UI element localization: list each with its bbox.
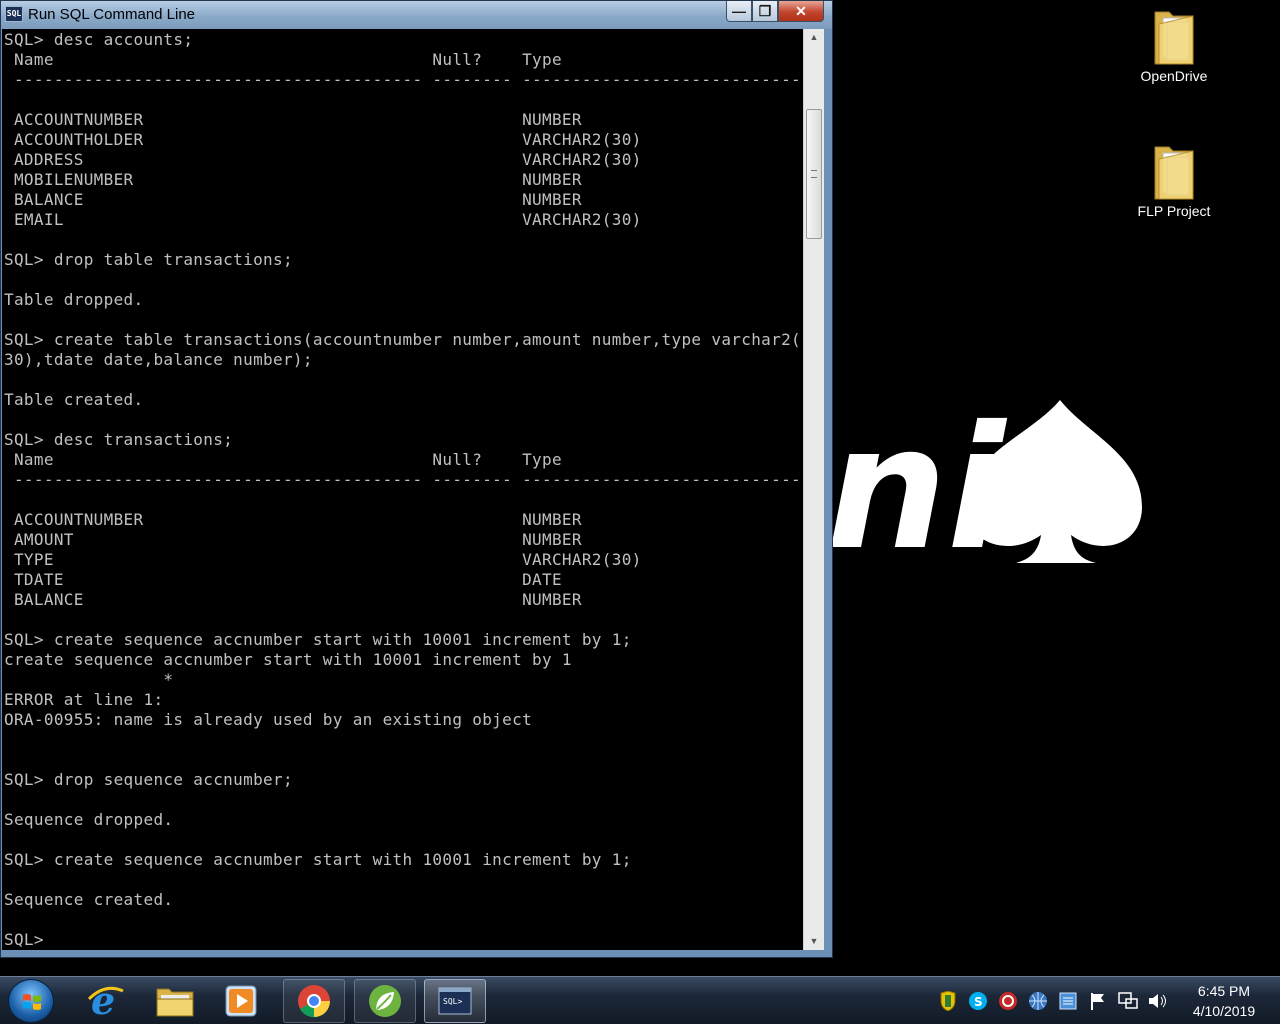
svg-text:S: S — [974, 995, 983, 1009]
skype-icon[interactable]: S — [966, 989, 990, 1013]
sql-console-icon: SQL> — [438, 987, 472, 1015]
ie-icon: e — [87, 981, 124, 1021]
console-line: ACCOUNTNUMBER NUMBER — [4, 110, 582, 129]
taskbar: e SQL> S 6:45 PM 4/10/2019 — [0, 976, 1280, 1024]
console-line: AMOUNT NUMBER — [4, 530, 582, 549]
start-button[interactable] — [8, 979, 54, 1023]
folder-icon — [1151, 6, 1197, 65]
console-line: SQL> drop sequence accnumber; — [4, 770, 293, 789]
taskbar-media-player[interactable] — [210, 979, 272, 1023]
vertical-scrollbar[interactable]: ▲ ▼ — [803, 29, 824, 950]
scroll-up-arrow-icon[interactable]: ▲ — [804, 29, 824, 46]
console-line: SQL> create table transactions(accountnu… — [4, 330, 802, 349]
chrome-icon — [298, 985, 330, 1018]
folder-icon — [1151, 141, 1197, 200]
action-center-flag-icon[interactable] — [1086, 989, 1110, 1013]
console-line: TYPE VARCHAR2(30) — [4, 550, 642, 569]
console-line: 30),tdate date,balance number); — [4, 350, 313, 369]
window-controls: — ❐ ✕ — [726, 1, 824, 23]
wallpaper-logo: ni — [826, 395, 1142, 575]
taskbar-chrome[interactable] — [283, 979, 345, 1023]
network-connection-icon[interactable] — [1116, 989, 1140, 1013]
console-line: SQL> create sequence accnumber start wit… — [4, 850, 632, 869]
console-line: Sequence dropped. — [4, 810, 174, 829]
maximize-button[interactable]: ❐ — [752, 1, 778, 22]
console-line: ----------------------------------------… — [4, 470, 802, 489]
network-adapter-icon[interactable] — [1056, 989, 1080, 1013]
media-player-icon — [225, 985, 257, 1017]
console-line: SQL> drop table transactions; — [4, 250, 293, 269]
svg-text:SQL>: SQL> — [443, 997, 462, 1006]
console-line: * — [4, 670, 174, 689]
close-button[interactable]: ✕ — [778, 1, 824, 22]
spring-leaf-icon — [369, 985, 401, 1017]
desktop-icon-flp-project[interactable]: FLP Project — [1124, 141, 1224, 219]
console-line: ERROR at line 1: — [4, 690, 164, 709]
system-tray: S — [936, 987, 1170, 1015]
taskbar-windows-explorer[interactable] — [144, 979, 206, 1023]
console-line: Table dropped. — [4, 290, 144, 309]
window-title: Run SQL Command Line — [28, 6, 196, 23]
desktop-icon-label: FLP Project — [1137, 203, 1211, 219]
antivirus-icon[interactable] — [996, 989, 1020, 1013]
clock-date: 4/10/2019 — [1192, 1003, 1256, 1019]
console-line: BALANCE NUMBER — [4, 590, 582, 609]
taskbar-spring-tool-suite[interactable] — [354, 979, 416, 1023]
console-output[interactable]: SQL> desc accounts; Name Null? Type ----… — [2, 29, 803, 950]
minimize-button[interactable]: — — [726, 1, 752, 22]
desktop-icon-opendrive[interactable]: OpenDrive — [1124, 6, 1224, 84]
console-line: ----------------------------------------… — [4, 70, 802, 89]
console-line: ORA-00955: name is already used by an ex… — [4, 710, 533, 729]
console-line: TDATE DATE — [4, 570, 562, 589]
console-line: Name Null? Type — [4, 450, 562, 469]
windows-flag-icon — [23, 994, 41, 1010]
sql-console-icon: SQL — [5, 6, 23, 22]
folder-icon — [156, 988, 194, 1017]
console-line: Sequence created. — [4, 890, 174, 909]
taskbar-run-sql-command-line[interactable]: SQL> — [424, 979, 486, 1023]
console-line: create sequence accnumber start with 100… — [4, 650, 572, 669]
system-clock[interactable]: 6:45 PM 4/10/2019 — [1178, 981, 1270, 1021]
console-line: Name Null? Type — [4, 50, 562, 69]
console-line: EMAIL VARCHAR2(30) — [4, 210, 642, 229]
sql-console-window[interactable]: SQL Run SQL Command Line — ❐ ✕ SQL> desc… — [0, 0, 833, 958]
scrollbar-thumb[interactable] — [806, 109, 822, 239]
console-line: BALANCE NUMBER — [4, 190, 582, 209]
volume-icon[interactable] — [1146, 989, 1170, 1013]
security-shield-icon[interactable] — [936, 989, 960, 1013]
console-line: ADDRESS VARCHAR2(30) — [4, 150, 642, 169]
console-line: SQL> create sequence accnumber start wit… — [4, 630, 632, 649]
console-line: ACCOUNTHOLDER VARCHAR2(30) — [4, 130, 642, 149]
console-line: SQL> desc transactions; — [4, 430, 234, 449]
clock-time: 6:45 PM — [1197, 983, 1251, 999]
console-line: MOBILENUMBER NUMBER — [4, 170, 582, 189]
taskbar-internet-explorer[interactable]: e — [74, 979, 136, 1023]
desktop-icon-label: OpenDrive — [1140, 68, 1208, 84]
scroll-down-arrow-icon[interactable]: ▼ — [804, 933, 824, 950]
console-line: SQL> desc accounts; — [4, 30, 194, 49]
console-line: SQL> — [4, 930, 44, 949]
window-titlebar[interactable]: SQL Run SQL Command Line — ❐ ✕ — [1, 1, 832, 29]
network-globe-icon[interactable] — [1026, 989, 1050, 1013]
console-line: Table created. — [4, 390, 144, 409]
console-line: ACCOUNTNUMBER NUMBER — [4, 510, 582, 529]
